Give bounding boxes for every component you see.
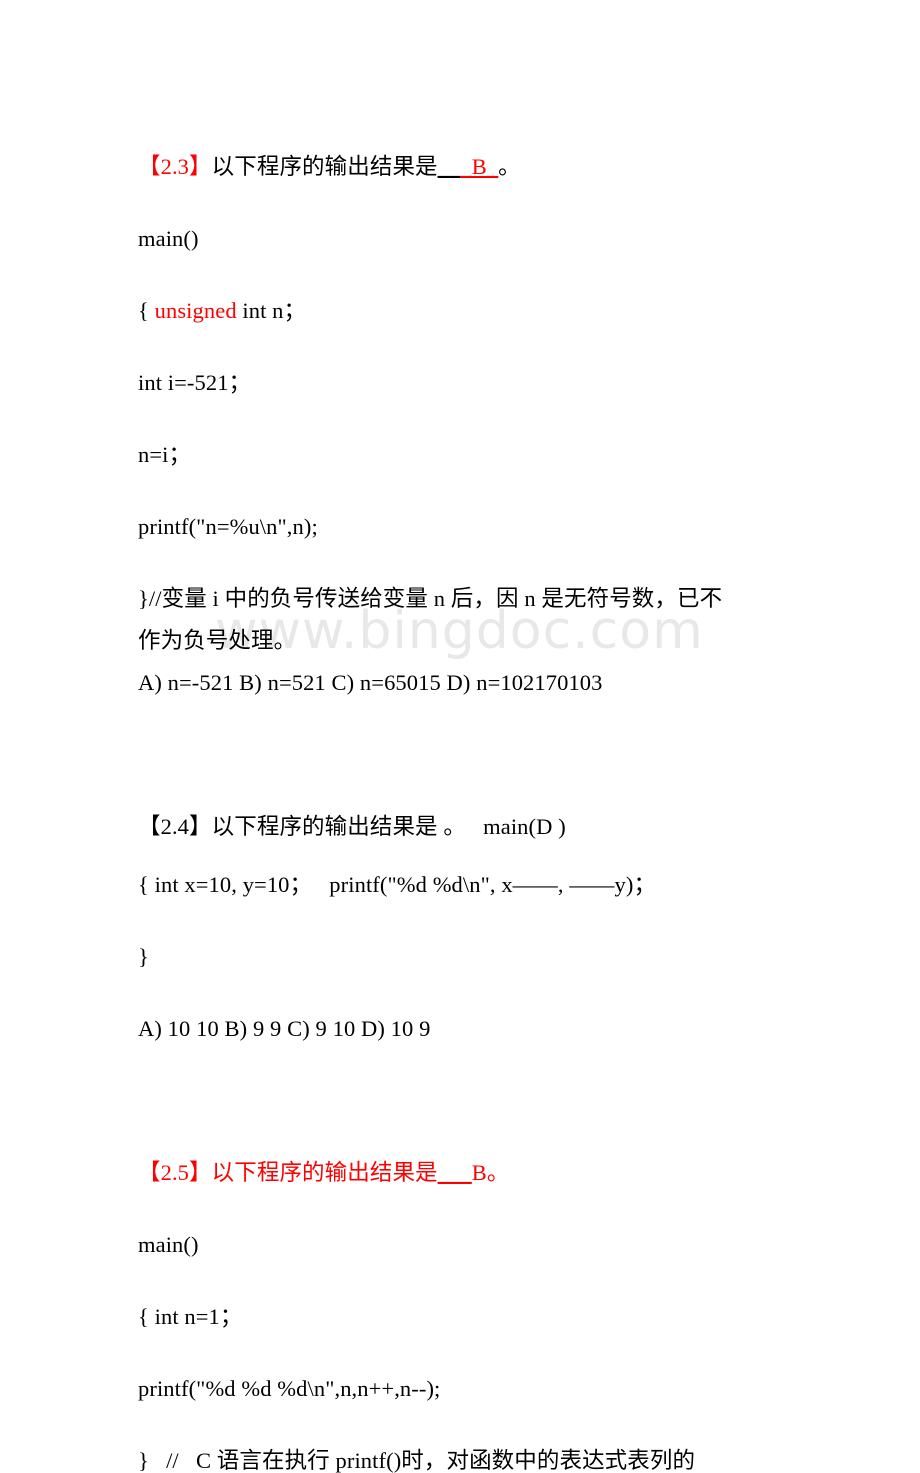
- q2-4-code-line-1: { int x=10, y=10； printf("%d %d\n", x——,…: [138, 872, 657, 897]
- q2-3-comment-line-2: 作为负号处理。: [138, 628, 297, 653]
- q2-5-comment-line-1: } // C 语言在执行 printf()时，对函数中的表达式表列的: [138, 1448, 696, 1473]
- q2-4-options: A) 10 10 B) 9 9 C) 9 10 D) 10 9: [138, 1016, 431, 1041]
- question-2-5-answer: B: [471, 1160, 487, 1185]
- q2-3-code-line-3: int i=-521；: [138, 370, 252, 395]
- q2-4-code-line-2: }: [138, 944, 149, 969]
- q2-3-options: A) n=-521 B) n=521 C) n=65015 D) n=10217…: [138, 670, 603, 695]
- question-2-3-prompt: 以下程序的输出结果是: [211, 154, 438, 179]
- question-2-3-number: 【2.3】: [138, 154, 212, 179]
- document-page: www.bingdoc.com 【2.3】以下程序的输出结果是___B_。 ma…: [0, 0, 920, 1473]
- q2-3-decl-rest: int n；: [236, 298, 307, 323]
- q2-5-code-line-1: main(): [138, 1232, 199, 1257]
- question-2-5-number: 【2.5】: [138, 1160, 212, 1185]
- question-2-3-blank-before: __: [437, 154, 461, 179]
- question-2-4-heading: 【2.4】以下程序的输出结果是 。 main(D ): [138, 815, 818, 839]
- q2-3-keyword-unsigned: unsigned: [154, 298, 237, 323]
- question-2-4-prompt: 以下程序的输出结果是 。 main(D ): [211, 814, 566, 839]
- question-2-3-heading: 【2.3】以下程序的输出结果是___B_。: [138, 155, 818, 179]
- q2-5-code-line-2: { int n=1；: [138, 1304, 243, 1329]
- q2-5-code-line-3: printf("%d %d %d\n",n,n++,n--);: [138, 1376, 441, 1401]
- q2-3-code-line-5: printf("n=%u\n",n);: [138, 514, 318, 539]
- question-2-5-blank-before: ___: [437, 1160, 472, 1185]
- q2-3-comment-line-1: }//变量 i 中的负号传送给变量 n 后，因 n 是无符号数，已不: [138, 586, 723, 611]
- q2-3-code-line-4: n=i；: [138, 442, 192, 467]
- document-body: 【2.3】以下程序的输出结果是___B_。 main() { unsigned …: [138, 155, 818, 1473]
- q2-3-code-line-1: main(): [138, 226, 199, 251]
- question-2-5-heading: 【2.5】以下程序的输出结果是___B。: [138, 1161, 818, 1185]
- question-2-5-prompt-end: 。: [486, 1160, 510, 1185]
- question-2-3-prompt-end: 。: [498, 154, 521, 179]
- q2-3-brace-open: {: [138, 298, 155, 323]
- question-2-3-answer: _B_: [460, 154, 499, 179]
- q2-3-code-line-2: { unsigned int n；: [138, 299, 818, 323]
- question-2-4-number: 【2.4】: [138, 814, 212, 839]
- question-2-5-prompt: 以下程序的输出结果是: [211, 1160, 438, 1185]
